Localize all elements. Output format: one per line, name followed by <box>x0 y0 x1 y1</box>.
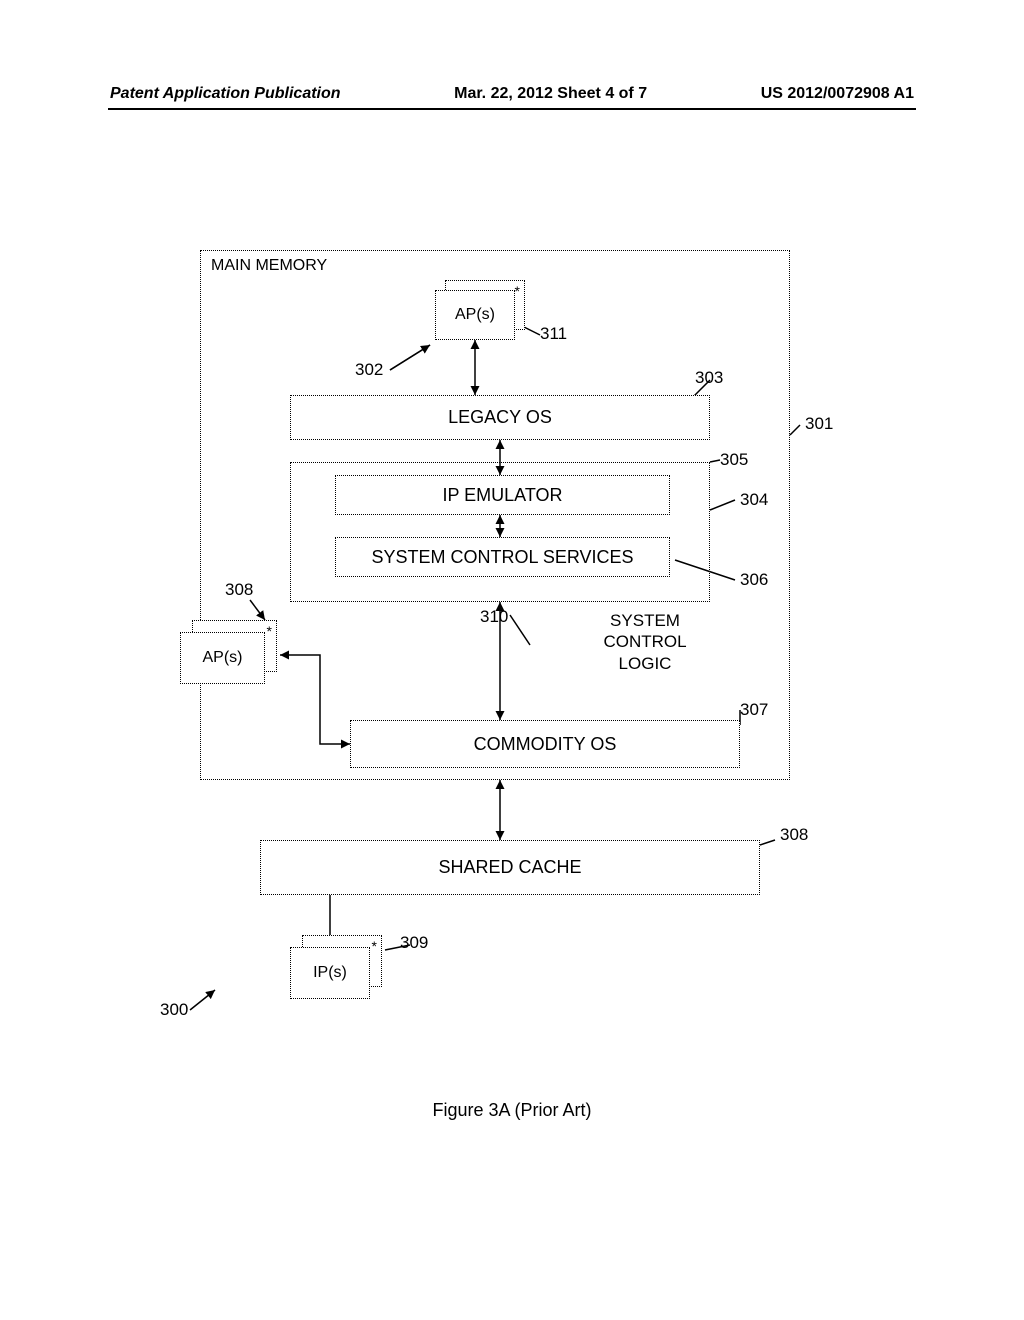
ref-305: 305 <box>720 450 748 470</box>
ref-306: 306 <box>740 570 768 590</box>
box-system-control-services: SYSTEM CONTROL SERVICES <box>335 537 670 577</box>
ref-303: 303 <box>695 368 723 388</box>
figure-caption: Figure 3A (Prior Art) <box>0 1100 1024 1121</box>
header-left: Patent Application Publication <box>110 85 341 103</box>
diagram-canvas: MAIN MEMORY * AP(s) LEGACY OS IP EMULATO… <box>180 250 840 1070</box>
ref-309: 309 <box>400 933 428 953</box>
box-shared-cache: SHARED CACHE <box>260 840 760 895</box>
ref-307: 307 <box>740 700 768 720</box>
header-underline <box>108 108 916 110</box>
header-center: Mar. 22, 2012 Sheet 4 of 7 <box>454 85 647 103</box>
ip-stack: * IP(s) <box>290 935 385 1000</box>
header-right: US 2012/0072908 A1 <box>761 85 914 103</box>
box-ip-emulator: IP EMULATOR <box>335 475 670 515</box>
ref-301: 301 <box>805 414 833 434</box>
label-main-memory: MAIN MEMORY <box>211 257 327 275</box>
ref-311: 311 <box>540 324 567 344</box>
box-legacy-os: LEGACY OS <box>290 395 710 440</box>
ip-front: IP(s) <box>290 947 370 999</box>
ref-300: 300 <box>160 1000 188 1020</box>
ref-308-right: 308 <box>780 825 808 845</box>
ref-302: 302 <box>355 360 383 380</box>
ap-top-stack: * AP(s) <box>435 280 525 340</box>
box-commodity-os: COMMODITY OS <box>350 720 740 768</box>
label-system-control-logic: SYSTEM CONTROL LOGIC <box>590 610 700 674</box>
ap-left-front: AP(s) <box>180 632 265 684</box>
ap-top-front: AP(s) <box>435 290 515 340</box>
ref-304: 304 <box>740 490 768 510</box>
ap-left-stack: * AP(s) <box>180 620 280 685</box>
ref-308-left: 308 <box>225 580 253 600</box>
ref-310: 310 <box>480 607 508 627</box>
